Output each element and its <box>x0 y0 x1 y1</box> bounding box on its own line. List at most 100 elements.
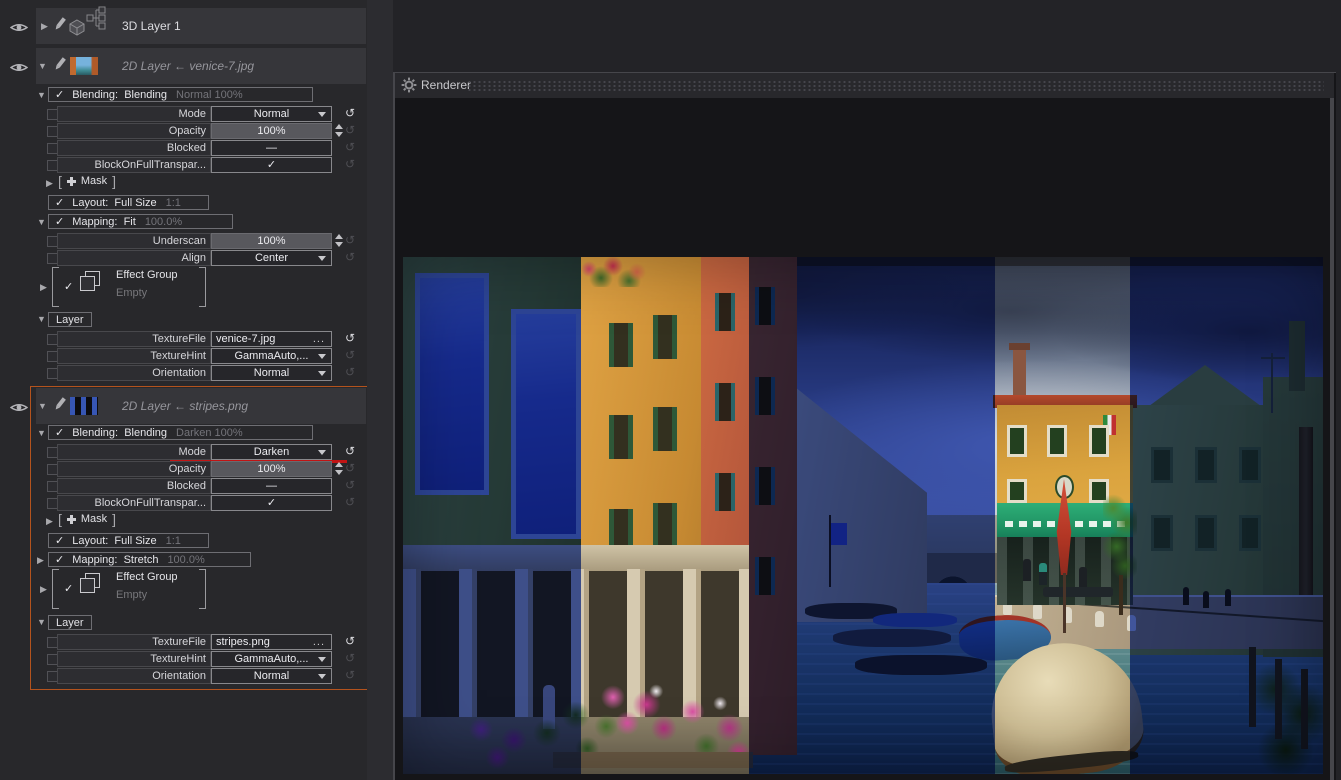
renderer-header[interactable]: Renderer <box>395 73 1334 98</box>
expander-expanded-icon[interactable]: ▼ <box>37 91 46 100</box>
expander-collapsed-icon[interactable]: ▶ <box>41 22 48 31</box>
check-icon[interactable]: ✓ <box>55 427 64 439</box>
visibility-eye-icon[interactable] <box>10 400 28 418</box>
visibility-eye-icon[interactable] <box>10 20 28 38</box>
reset-icon[interactable]: ↺ <box>345 444 355 459</box>
gear-icon <box>401 77 417 98</box>
check-icon[interactable]: ✓ <box>55 216 64 228</box>
reset-icon[interactable]: ↺ <box>345 478 355 493</box>
align-dropdown[interactable]: Center <box>211 250 332 266</box>
mode-dropdown[interactable]: Darken <box>211 444 332 460</box>
mode-dropdown[interactable]: Normal <box>211 106 332 122</box>
reset-icon[interactable]: ↺ <box>345 123 355 138</box>
expander-expanded-icon[interactable]: ▼ <box>38 62 47 71</box>
layout-header[interactable]: ✓ Layout: Full Size 1:1 <box>48 533 209 548</box>
opacity-label: Opacity <box>57 461 211 477</box>
texture-hint-dropdown[interactable]: GammaAuto,... <box>211 348 332 364</box>
effect-group[interactable]: ✓ Effect Group Empty <box>52 569 206 609</box>
effect-group-subtitle: Empty <box>116 287 147 299</box>
check-icon[interactable]: ✓ <box>55 554 64 566</box>
chevron-down-icon <box>318 450 326 455</box>
check-icon[interactable]: ✓ <box>55 535 64 547</box>
block-on-full-transparency-field[interactable]: ✓ <box>211 495 332 511</box>
reset-icon[interactable]: ↺ <box>345 106 355 121</box>
expander-expanded-icon[interactable]: ▼ <box>37 218 46 227</box>
spinner-control[interactable] <box>335 234 344 247</box>
expander-expanded-icon[interactable]: ▼ <box>37 429 46 438</box>
blocked-field[interactable]: — <box>211 140 332 156</box>
scene-orange-building-left <box>581 257 701 735</box>
drag-handle-dots[interactable] <box>467 80 1324 92</box>
browse-button[interactable]: ... <box>313 332 325 346</box>
reset-icon[interactable]: ↺ <box>345 495 355 510</box>
reset-icon[interactable]: ↺ <box>345 140 355 155</box>
blending-header[interactable]: ✓ Blending: Blending Darken 100% <box>48 425 313 440</box>
texture-file-field[interactable]: venice-7.jpg... <box>211 331 332 347</box>
check-icon[interactable]: ✓ <box>55 89 64 101</box>
layer-venice-label[interactable]: 2D Layer ← venice-7.jpg <box>122 59 254 73</box>
texture-hint-dropdown[interactable]: GammaAuto,... <box>211 651 332 667</box>
expander-expanded-icon[interactable]: ▼ <box>37 315 46 324</box>
expander-collapsed-icon[interactable]: ▶ <box>37 556 44 565</box>
expander-collapsed-icon[interactable]: ▶ <box>40 283 47 292</box>
stripes-thumbnail <box>70 397 98 415</box>
mapping-header[interactable]: ✓ Mapping: Stretch 100.0% <box>48 552 251 567</box>
reset-icon[interactable]: ↺ <box>345 157 355 172</box>
reset-icon[interactable]: ↺ <box>345 668 355 683</box>
edit-pencil-icon[interactable] <box>54 57 67 77</box>
blocked-field[interactable]: — <box>211 478 332 494</box>
opacity-field[interactable]: 100% <box>211 461 332 477</box>
mapping-header[interactable]: ✓ Mapping: Fit 100.0% <box>48 214 233 229</box>
edit-pencil-icon[interactable] <box>54 17 67 37</box>
expander-collapsed-icon[interactable]: ▶ <box>46 179 53 188</box>
reset-icon[interactable]: ↺ <box>345 461 355 476</box>
layout-summary: 1:1 <box>166 197 181 209</box>
effect-group-title: Effect Group <box>116 571 178 583</box>
reset-icon[interactable]: ↺ <box>345 651 355 666</box>
orientation-dropdown[interactable]: Normal <box>211 365 332 381</box>
block-on-full-transparency-field[interactable]: ✓ <box>211 157 332 173</box>
underscan-field[interactable]: 100% <box>211 233 332 249</box>
orientation-dropdown[interactable]: Normal <box>211 668 332 684</box>
panel-splitter[interactable] <box>367 0 393 780</box>
layer-stripes-label[interactable]: 2D Layer ← stripes.png <box>122 399 248 413</box>
reset-icon[interactable]: ↺ <box>345 634 355 649</box>
visibility-eye-icon[interactable] <box>10 60 28 78</box>
check-icon[interactable]: ✓ <box>55 197 64 209</box>
expander-collapsed-icon[interactable]: ▶ <box>40 585 47 594</box>
layout-header[interactable]: ✓ Layout: Full Size 1:1 <box>48 195 209 210</box>
reset-icon[interactable]: ↺ <box>345 233 355 248</box>
mask-group[interactable]: [ Mask ] <box>58 174 116 188</box>
layer-3d-label[interactable]: 3D Layer 1 <box>122 19 181 33</box>
opacity-field[interactable]: 100% <box>211 123 332 139</box>
layer-tree-panel: ▶ 3D Layer 1 ▼ 2D Layer ← venice-7.jpg ▼… <box>0 0 367 780</box>
check-icon[interactable]: ✓ <box>64 582 73 595</box>
plus-icon <box>67 177 76 186</box>
mask-group[interactable]: [ Mask ] <box>58 512 116 526</box>
spinner-control[interactable] <box>335 462 344 475</box>
spinner-control[interactable] <box>335 124 344 137</box>
layer-section-badge[interactable]: Layer <box>48 312 92 327</box>
expander-expanded-icon[interactable]: ▼ <box>38 402 47 411</box>
node-graph-icon <box>86 6 108 35</box>
expander-expanded-icon[interactable]: ▼ <box>37 618 46 627</box>
reset-icon[interactable]: ↺ <box>345 331 355 346</box>
expander-collapsed-icon[interactable]: ▶ <box>46 517 53 526</box>
check-icon[interactable]: ✓ <box>64 280 73 293</box>
reset-icon[interactable]: ↺ <box>345 250 355 265</box>
renderer-viewport-image[interactable] <box>403 257 1323 774</box>
mode-label: Mode <box>57 444 211 460</box>
layout-title: Layout: Full Size <box>72 197 156 209</box>
layer-section-badge[interactable]: Layer <box>48 615 92 630</box>
browse-button[interactable]: ... <box>313 635 325 649</box>
blending-summary: Darken 100% <box>176 427 243 439</box>
texture-file-field[interactable]: stripes.png... <box>211 634 332 650</box>
align-label: Align <box>57 250 211 266</box>
blending-title: Blending: Blending <box>72 427 167 439</box>
effect-group[interactable]: ✓ Effect Group Empty <box>52 267 206 307</box>
block-on-full-transparency-label: BlockOnFullTranspar... <box>57 157 211 173</box>
edit-pencil-icon[interactable] <box>54 397 67 417</box>
blending-header[interactable]: ✓ Blending: Blending Normal 100% <box>48 87 313 102</box>
reset-icon[interactable]: ↺ <box>345 348 355 363</box>
reset-icon[interactable]: ↺ <box>345 365 355 380</box>
